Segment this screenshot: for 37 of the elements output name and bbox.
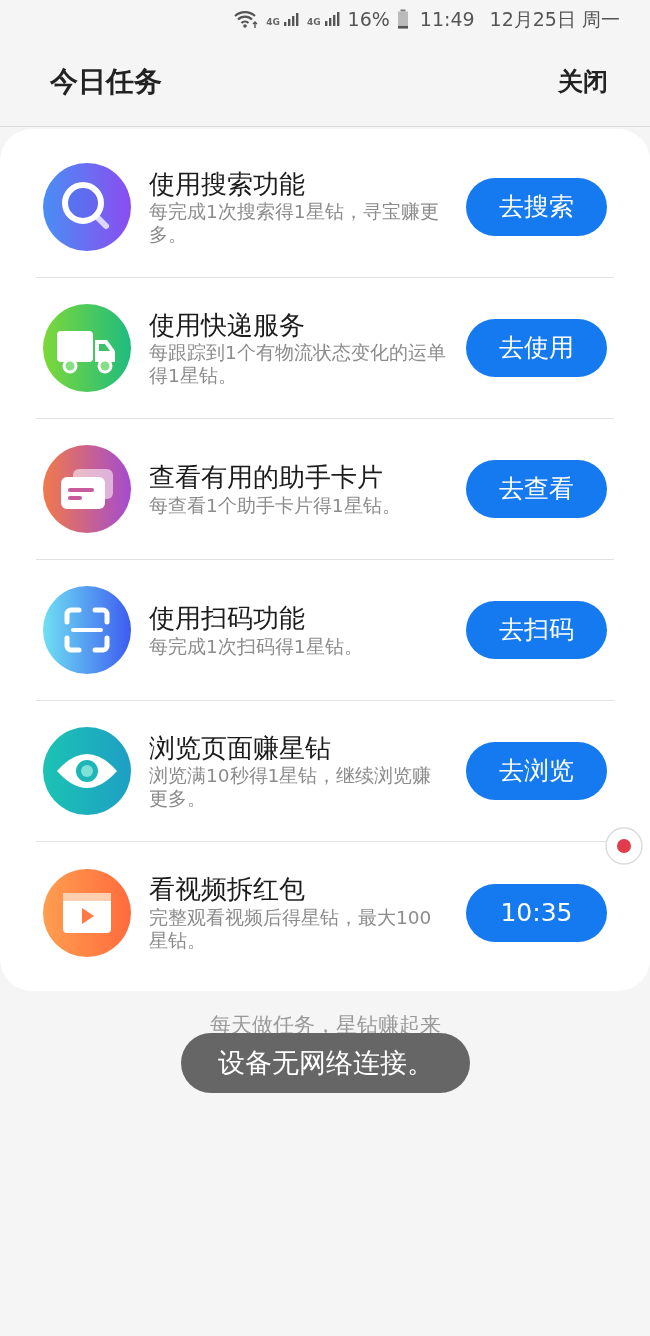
task-button[interactable]: 去扫码 [466,601,607,659]
task-title: 使用搜索功能 [149,167,306,201]
cards-icon [43,445,131,533]
date-text: 12月25日 周一 [489,6,620,32]
task-description: 完整观看视频后得星钻，最大100星钻。 [149,905,433,952]
signal-icon [283,11,300,27]
network-type-label: 4G [266,18,280,27]
battery-percentage: 16% [347,6,390,32]
network-type-label: 4G [306,18,321,27]
task-button[interactable]: 去搜索 [466,178,607,236]
task-description: 每完成1次扫码得1星钻。 [149,634,364,658]
task-title: 使用扫码功能 [149,602,306,635]
task-button[interactable]: 10:35 [466,883,607,942]
task-description: 每完成1次搜索得1星钻，寻宝赚更多。 [149,200,440,247]
truck-icon [43,304,131,392]
floating-ball-icon[interactable] [604,826,644,866]
close-button[interactable]: 关闭 [558,63,608,101]
task-button[interactable]: 去浏览 [466,742,607,800]
clock-time: 11:49 [419,6,475,32]
task-button[interactable]: 去使用 [466,319,607,377]
task-title: 浏览页面赚星钻 [149,731,332,765]
toast-message: 设备无网络连接。 [181,1033,470,1093]
task-description: 浏览满10秒得1星钻，继续浏览赚更多。 [149,764,433,811]
eye-icon [43,727,131,815]
task-button[interactable]: 去查看 [466,460,607,518]
task-description: 每跟踪到1个有物流状态变化的运单得1星钻。 [149,341,447,388]
task-title: 查看有用的助手卡片 [149,461,384,494]
page-title: 今日任务 [50,64,162,100]
task-description: 每查看1个助手卡片得1星钻。 [149,493,402,517]
battery-icon [396,9,409,29]
scan-icon [43,586,131,674]
task-title: 使用快递服务 [149,308,306,342]
wifi-icon [233,9,260,29]
video-icon [43,868,131,957]
task-title: 看视频拆红包 [149,873,306,906]
signal-icon [324,11,341,27]
search-icon [43,163,131,251]
